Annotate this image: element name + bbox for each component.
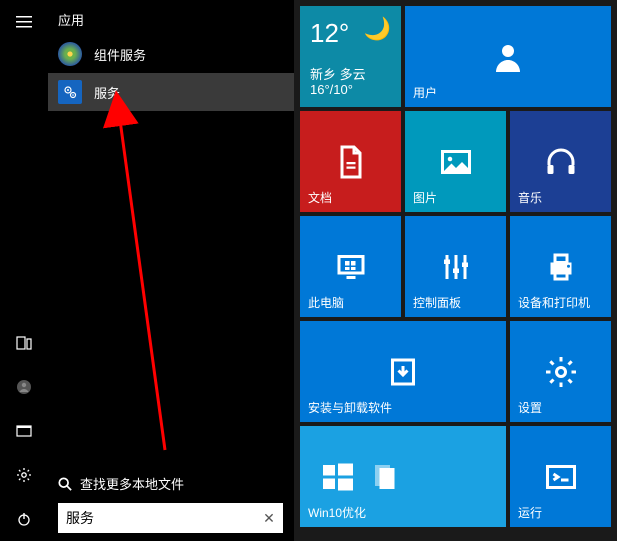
app-list-panel: 应用 组件服务 服务 查找更多本地文件 ✕ <box>48 0 294 541</box>
document-icon <box>333 144 369 180</box>
tile-pics[interactable]: 图片 <box>405 111 506 212</box>
tile-settings[interactable]: 设置 <box>510 321 611 422</box>
headphones-icon <box>543 144 579 180</box>
picture-icon <box>438 144 474 180</box>
weather-location-desc: 新乡 多云 <box>310 64 366 83</box>
download-box-icon <box>385 354 421 390</box>
app-item-services[interactable]: 服务 <box>48 73 294 111</box>
windows-logo-icon <box>320 459 356 495</box>
tile-control-panel[interactable]: 控制面板 <box>405 216 506 317</box>
tile-install-uninstall[interactable]: 安装与卸载软件 <box>300 321 506 422</box>
tile-run[interactable]: 运行 <box>510 426 611 527</box>
weather-range: 16°/10° <box>310 82 353 97</box>
tile-win10-optimize[interactable]: Win10优化 <box>300 426 506 527</box>
printer-icon <box>543 249 579 285</box>
tile-thispc[interactable]: 此电脑 <box>300 216 401 317</box>
monitor-icon <box>333 249 369 285</box>
search-icon <box>58 477 72 491</box>
tile-user[interactable]: 用户 <box>405 6 611 107</box>
search-box[interactable]: ✕ <box>58 503 283 533</box>
sliders-icon <box>438 249 474 285</box>
user-icon <box>490 39 526 75</box>
weather-tile[interactable]: 12° 🌙 新乡 多云 16°/10° <box>300 6 401 107</box>
services-gear-icon <box>58 80 82 104</box>
tile-docs[interactable]: 文档 <box>300 111 401 212</box>
moon-icon: 🌙 <box>364 16 391 42</box>
power-icon[interactable] <box>0 497 48 541</box>
account-icon[interactable] <box>0 365 48 409</box>
tile-grid: 12° 🌙 新乡 多云 16°/10° 用户 文档 图片 音乐 <box>294 0 617 541</box>
left-rail <box>0 0 48 541</box>
file-explorer-icon[interactable] <box>0 409 48 453</box>
tile-music[interactable]: 音乐 <box>510 111 611 212</box>
app-item-label: 组件服务 <box>94 45 146 64</box>
app-list-header: 应用 <box>48 0 294 35</box>
terminal-icon <box>543 459 579 495</box>
search-hint[interactable]: 查找更多本地文件 <box>58 474 297 493</box>
app-item-component-services[interactable]: 组件服务 <box>48 35 294 73</box>
component-services-icon <box>58 42 82 66</box>
settings-gear-icon[interactable] <box>0 453 48 497</box>
tile-printers[interactable]: 设备和打印机 <box>510 216 611 317</box>
gear-icon <box>543 354 579 390</box>
layers-icon <box>366 459 402 495</box>
weather-temp: 12° <box>310 18 349 49</box>
search-input[interactable] <box>58 510 255 526</box>
app-item-label: 服务 <box>94 83 120 102</box>
tablet-mode-icon[interactable] <box>0 321 48 365</box>
search-clear-button[interactable]: ✕ <box>255 503 283 533</box>
hamburger-button[interactable] <box>0 0 48 44</box>
